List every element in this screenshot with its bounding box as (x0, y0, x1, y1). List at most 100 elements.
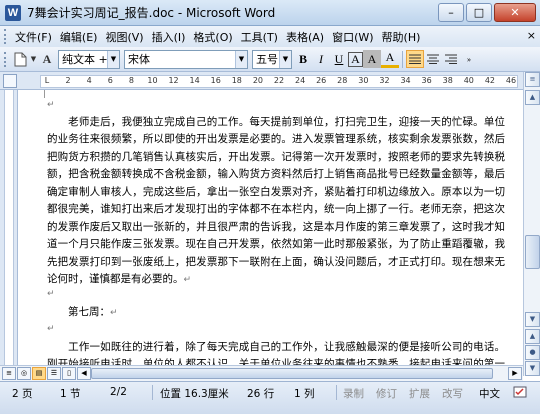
normal-view-icon[interactable]: ≡ (2, 367, 16, 380)
font-value: 宋体 (128, 53, 150, 66)
ruler-tick-label: 22 (273, 76, 285, 85)
menu-view[interactable]: 视图(V) (101, 29, 147, 45)
minimize-button[interactable]: – (438, 3, 464, 22)
next-page-icon[interactable]: ▼ (525, 361, 540, 376)
para-mark-empty: ↵ (47, 100, 55, 110)
menu-table[interactable]: 表格(A) (282, 29, 328, 45)
style-select[interactable]: 纯文本 + (̀ ▼ (58, 49, 120, 69)
toolbar-grip[interactable] (4, 51, 7, 67)
ruler-toggle-icon[interactable]: ≡ (525, 72, 540, 87)
status-track-changes[interactable]: 修订 (376, 386, 397, 400)
italic-button[interactable]: I (312, 50, 330, 68)
menu-right: × (527, 29, 536, 42)
vertical-ruler-track (4, 90, 14, 365)
status-record[interactable]: 录制 (343, 386, 364, 400)
character-shading-button[interactable]: A (363, 50, 381, 68)
ruler-tick-label: 26 (316, 76, 327, 85)
status-bar: 2 页 1 节 2/2 位置 16.3厘米 26 行 1 列 录制 修订 扩展 … (0, 381, 540, 414)
window-title: 7舞会计实习周记_报告.doc - Microsoft Word (27, 6, 276, 20)
menu-grip[interactable] (4, 29, 7, 44)
para-mark-empty: ↵ (47, 289, 55, 299)
formatting-toolbar: ▼ A 纯文本 + (̀ ▼ 宋体 ▼ 五号 ▼ B I U A A A » (0, 47, 540, 72)
outline-view-icon[interactable]: ☰ (47, 367, 61, 380)
highlight-button[interactable]: A (381, 50, 399, 68)
heading-week-7-text: 第七周： (68, 305, 110, 318)
tab-selector[interactable] (3, 74, 17, 88)
ruler-tick-label: 4 (86, 76, 92, 85)
paragraph-mark: ↵ (110, 307, 118, 318)
scroll-right-icon[interactable]: ▶ (508, 367, 522, 380)
scroll-down-icon[interactable]: ▼ (525, 312, 540, 327)
print-layout-icon[interactable]: ▤ (32, 367, 46, 380)
style-dropdown-icon[interactable]: ▼ (107, 50, 119, 68)
paragraph-2[interactable]: ↵ 工作一如既往的进行着，除了每天完成自己的工作外，让我感触最深的便是接听公司的… (47, 321, 505, 365)
menu-format[interactable]: 格式(O) (189, 29, 236, 45)
styles-pane-icon[interactable]: A (38, 50, 56, 68)
window-controls: – □ ✕ (438, 3, 536, 22)
menu-window[interactable]: 窗口(W) (328, 29, 377, 45)
close-document-button[interactable]: × (527, 29, 536, 42)
ruler-tick-label: 36 (421, 76, 432, 85)
status-page-of[interactable]: 2/2 (110, 386, 127, 400)
horizontal-ruler[interactable]: L 2 4 6 8 10 12 14 16 18 20 22 24 26 28 30 32 34 36 38 40 42 4… (40, 75, 518, 88)
para-mark-empty: ↵ (47, 324, 55, 334)
scroll-thumb[interactable] (525, 235, 540, 269)
ruler-tick-label: 16 (210, 76, 221, 85)
underline-button[interactable]: U (330, 50, 348, 68)
document-page[interactable]: ↵ 老师走后，我便独立完成自己的工作。每天提前到单位，打扫完卫生，迎接一天的忙碌… (18, 90, 523, 365)
previous-page-icon[interactable]: ▲ (525, 329, 540, 344)
close-button[interactable]: ✕ (494, 3, 536, 22)
ruler-tick-label: L (44, 76, 50, 85)
status-language[interactable]: 中文 (479, 386, 500, 400)
ruler-tick-label: 30 (358, 76, 369, 85)
ruler-tick-label: 46 (505, 76, 517, 85)
toolbar-separator (402, 50, 403, 68)
status-overtype[interactable]: 改写 (442, 386, 463, 400)
select-browse-object-icon[interactable]: ● (525, 345, 540, 360)
ruler-tick-label: 10 (147, 76, 158, 85)
ruler-tick-label: 34 (400, 76, 411, 85)
menu-insert[interactable]: 插入(I) (148, 29, 190, 45)
font-dropdown-icon[interactable]: ▼ (235, 50, 247, 68)
status-column[interactable]: 1 列 (294, 386, 315, 400)
title-bar: W 7舞会计实习周记_报告.doc - Microsoft Word – □ ✕ (0, 0, 540, 26)
heading-week-7[interactable]: ↵ 第七周：↵ (47, 286, 505, 322)
align-right-icon[interactable] (442, 50, 460, 68)
character-border-button[interactable]: A (348, 51, 363, 67)
font-select[interactable]: 宋体 ▼ (124, 49, 248, 69)
horizontal-scroll-thumb[interactable] (91, 368, 493, 379)
margin-corner-mark (44, 90, 45, 98)
font-size-select[interactable]: 五号 ▼ (252, 49, 292, 69)
ruler-tick-label: 6 (107, 76, 113, 85)
align-center-icon[interactable] (424, 50, 442, 68)
paragraph-mark: ↵ (183, 275, 192, 285)
menu-tools[interactable]: 工具(T) (237, 29, 282, 45)
bold-button[interactable]: B (294, 50, 312, 68)
new-document-icon[interactable] (11, 50, 29, 68)
reading-view-icon[interactable]: ▯ (62, 367, 76, 380)
vertical-ruler[interactable] (0, 90, 18, 365)
align-justify-icon[interactable] (406, 50, 424, 68)
web-view-icon[interactable]: ◎ (17, 367, 31, 380)
ruler-tick-label: 24 (294, 76, 306, 85)
scroll-up-icon[interactable]: ▲ (525, 90, 540, 105)
status-line[interactable]: 26 行 (247, 386, 274, 400)
word-app-icon[interactable]: W (5, 4, 21, 21)
toolbar-options-icon[interactable]: » (460, 50, 478, 68)
vertical-scrollbar[interactable]: ≡ ▲ ▼ ▲ ● ▼ (523, 72, 540, 376)
status-position[interactable]: 位置 16.3厘米 (160, 386, 229, 400)
status-page[interactable]: 2 页 (12, 386, 33, 400)
horizontal-scroll-track[interactable] (91, 368, 509, 379)
menu-bar: 文件(F) 编辑(E) 视图(V) 插入(I) 格式(O) 工具(T) 表格(A… (0, 26, 540, 47)
paragraph-1[interactable]: ↵ 老师走后，我便独立完成自己的工作。每天提前到单位，打扫完卫生，迎接一天的忙碌… (47, 96, 505, 290)
status-section[interactable]: 1 节 (60, 386, 81, 400)
menu-file[interactable]: 文件(F) (11, 29, 56, 45)
spelling-status-icon[interactable] (513, 386, 527, 400)
maximize-button[interactable]: □ (466, 3, 492, 22)
dropdown-arrow-icon[interactable]: ▼ (29, 50, 38, 68)
menu-help[interactable]: 帮助(H) (378, 29, 425, 45)
menu-edit[interactable]: 编辑(E) (56, 29, 102, 45)
status-extend[interactable]: 扩展 (409, 386, 430, 400)
scroll-left-icon[interactable]: ◀ (77, 367, 91, 380)
font-size-dropdown-icon[interactable]: ▼ (279, 50, 291, 68)
